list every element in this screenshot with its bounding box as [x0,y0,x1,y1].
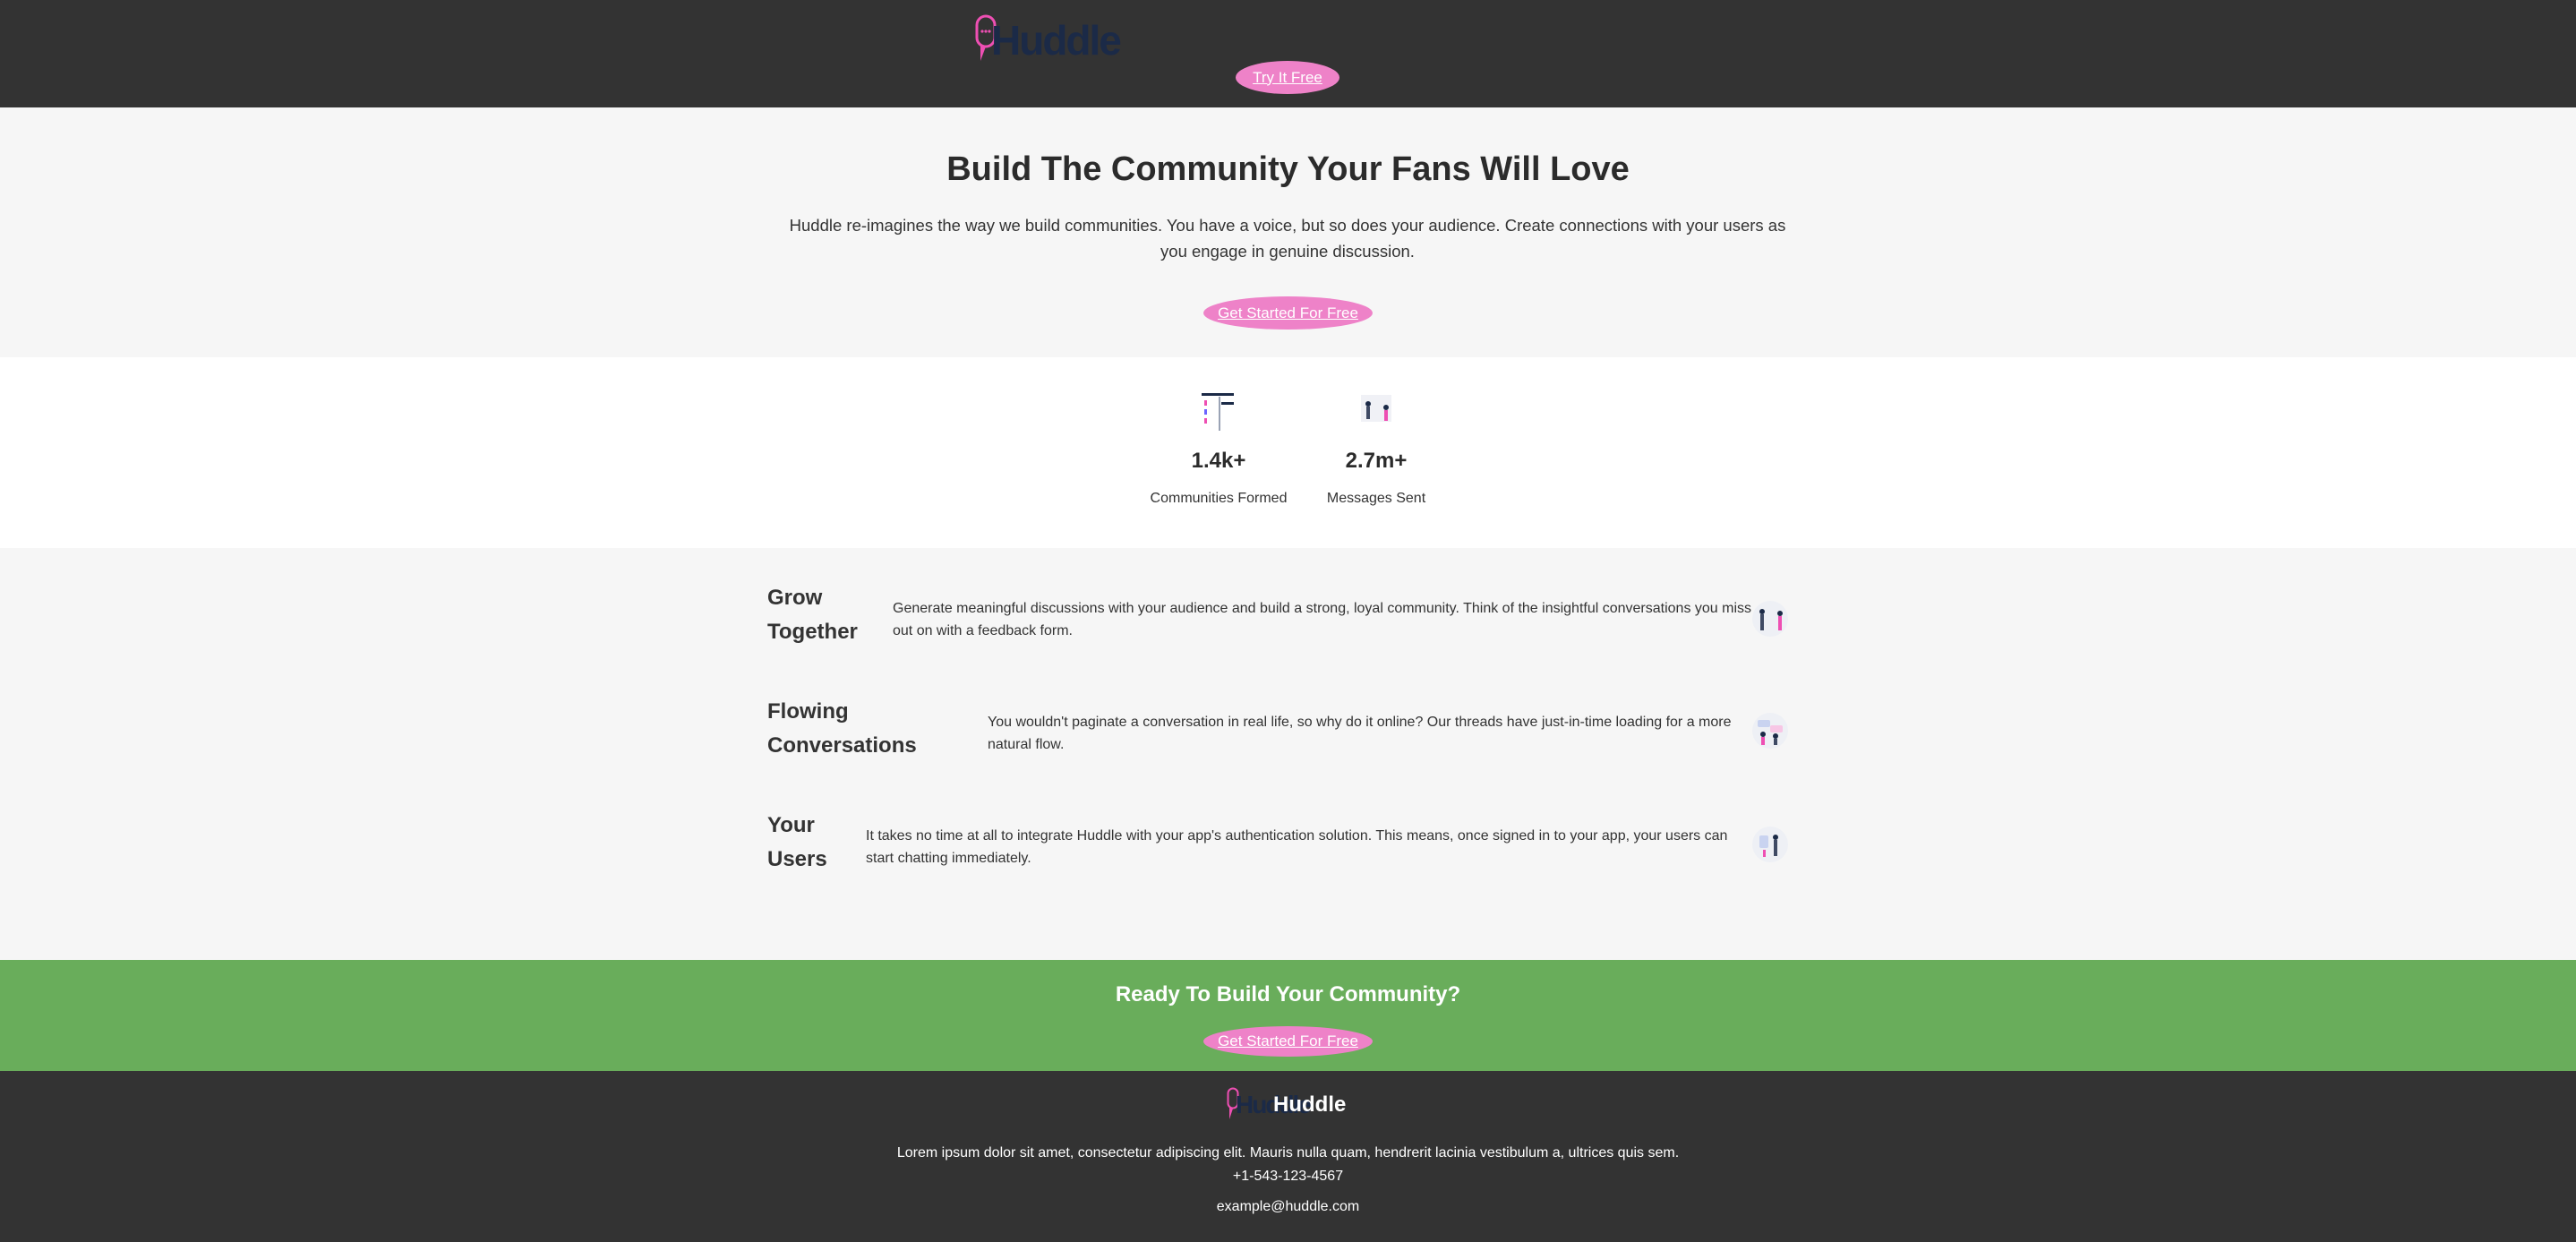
feature-title: Grow Together [767,586,858,644]
your-users-illustration [1752,827,1788,862]
feature-grow-together: Grow Together Generate meaningful discus… [767,581,1788,653]
feature-flowing-conversations: Flowing Conversations You wouldn't pagin… [767,695,1788,767]
site-footer: Huddle Huddle Lorem ipsum dolor sit amet… [0,1071,2576,1242]
feature-title: Flowing Conversations [767,699,917,758]
try-it-free-button[interactable]: Try It Free [1236,61,1339,94]
stat-label: Messages Sent [1326,491,1426,506]
footer-email[interactable]: example@huddle.com [0,1198,2576,1216]
logo-wordmark: Huddle [991,17,1122,64]
hero-section: Build The Community Your Fans Will Love … [0,107,2576,357]
footer-phone: +1-543-123-4567 [1232,1169,1344,1184]
feature-title: Your Users [767,813,827,871]
stat-messages: 2.7m+ Messages Sent [1300,357,1452,548]
cta-title: Ready To Build Your Community? [1115,982,1461,1006]
feature-your-users: Your Users It takes no time at all to in… [767,809,1788,880]
cta-section: Ready To Build Your Community? Get Start… [0,960,2576,1071]
stat-value: 2.7m+ [1345,449,1408,473]
feature-text: Generate meaningful discussions with you… [893,601,1752,638]
flowing-conversations-illustration [1752,713,1788,749]
feature-text: It takes no time at all to integrate Hud… [866,828,1728,866]
footer-logo[interactable]: Huddle [1227,1087,1312,1123]
get-started-button[interactable]: Get Started For Free [1203,1026,1373,1057]
site-header: Huddle Try It Free [0,0,2576,107]
hero-description: Huddle re-imagines the way we build comm… [789,216,1786,261]
huddle-logo[interactable]: Huddle [975,13,1122,70]
stats-section: 1.4k+ Communities Formed 2.7m+ Messages … [0,357,2576,548]
stat-communities: 1.4k+ Communities Formed [1143,357,1295,548]
footer-description: Lorem ipsum dolor sit amet, consectetur … [896,1145,1680,1161]
get-started-button[interactable]: Get Started For Free [1203,296,1373,330]
footer-brand-name: Huddle [1273,1092,1347,1117]
hero-title: Build The Community Your Fans Will Love [946,150,1630,188]
messages-icon [1361,395,1391,422]
feature-text: You wouldn't paginate a conversation in … [988,715,1732,752]
features-section: Grow Together Generate meaningful discus… [0,548,2576,960]
grow-together-illustration [1752,601,1788,637]
stat-value: 1.4k+ [1191,449,1246,473]
stat-label: Communities Formed [1150,491,1288,506]
communities-icon [1202,393,1234,431]
